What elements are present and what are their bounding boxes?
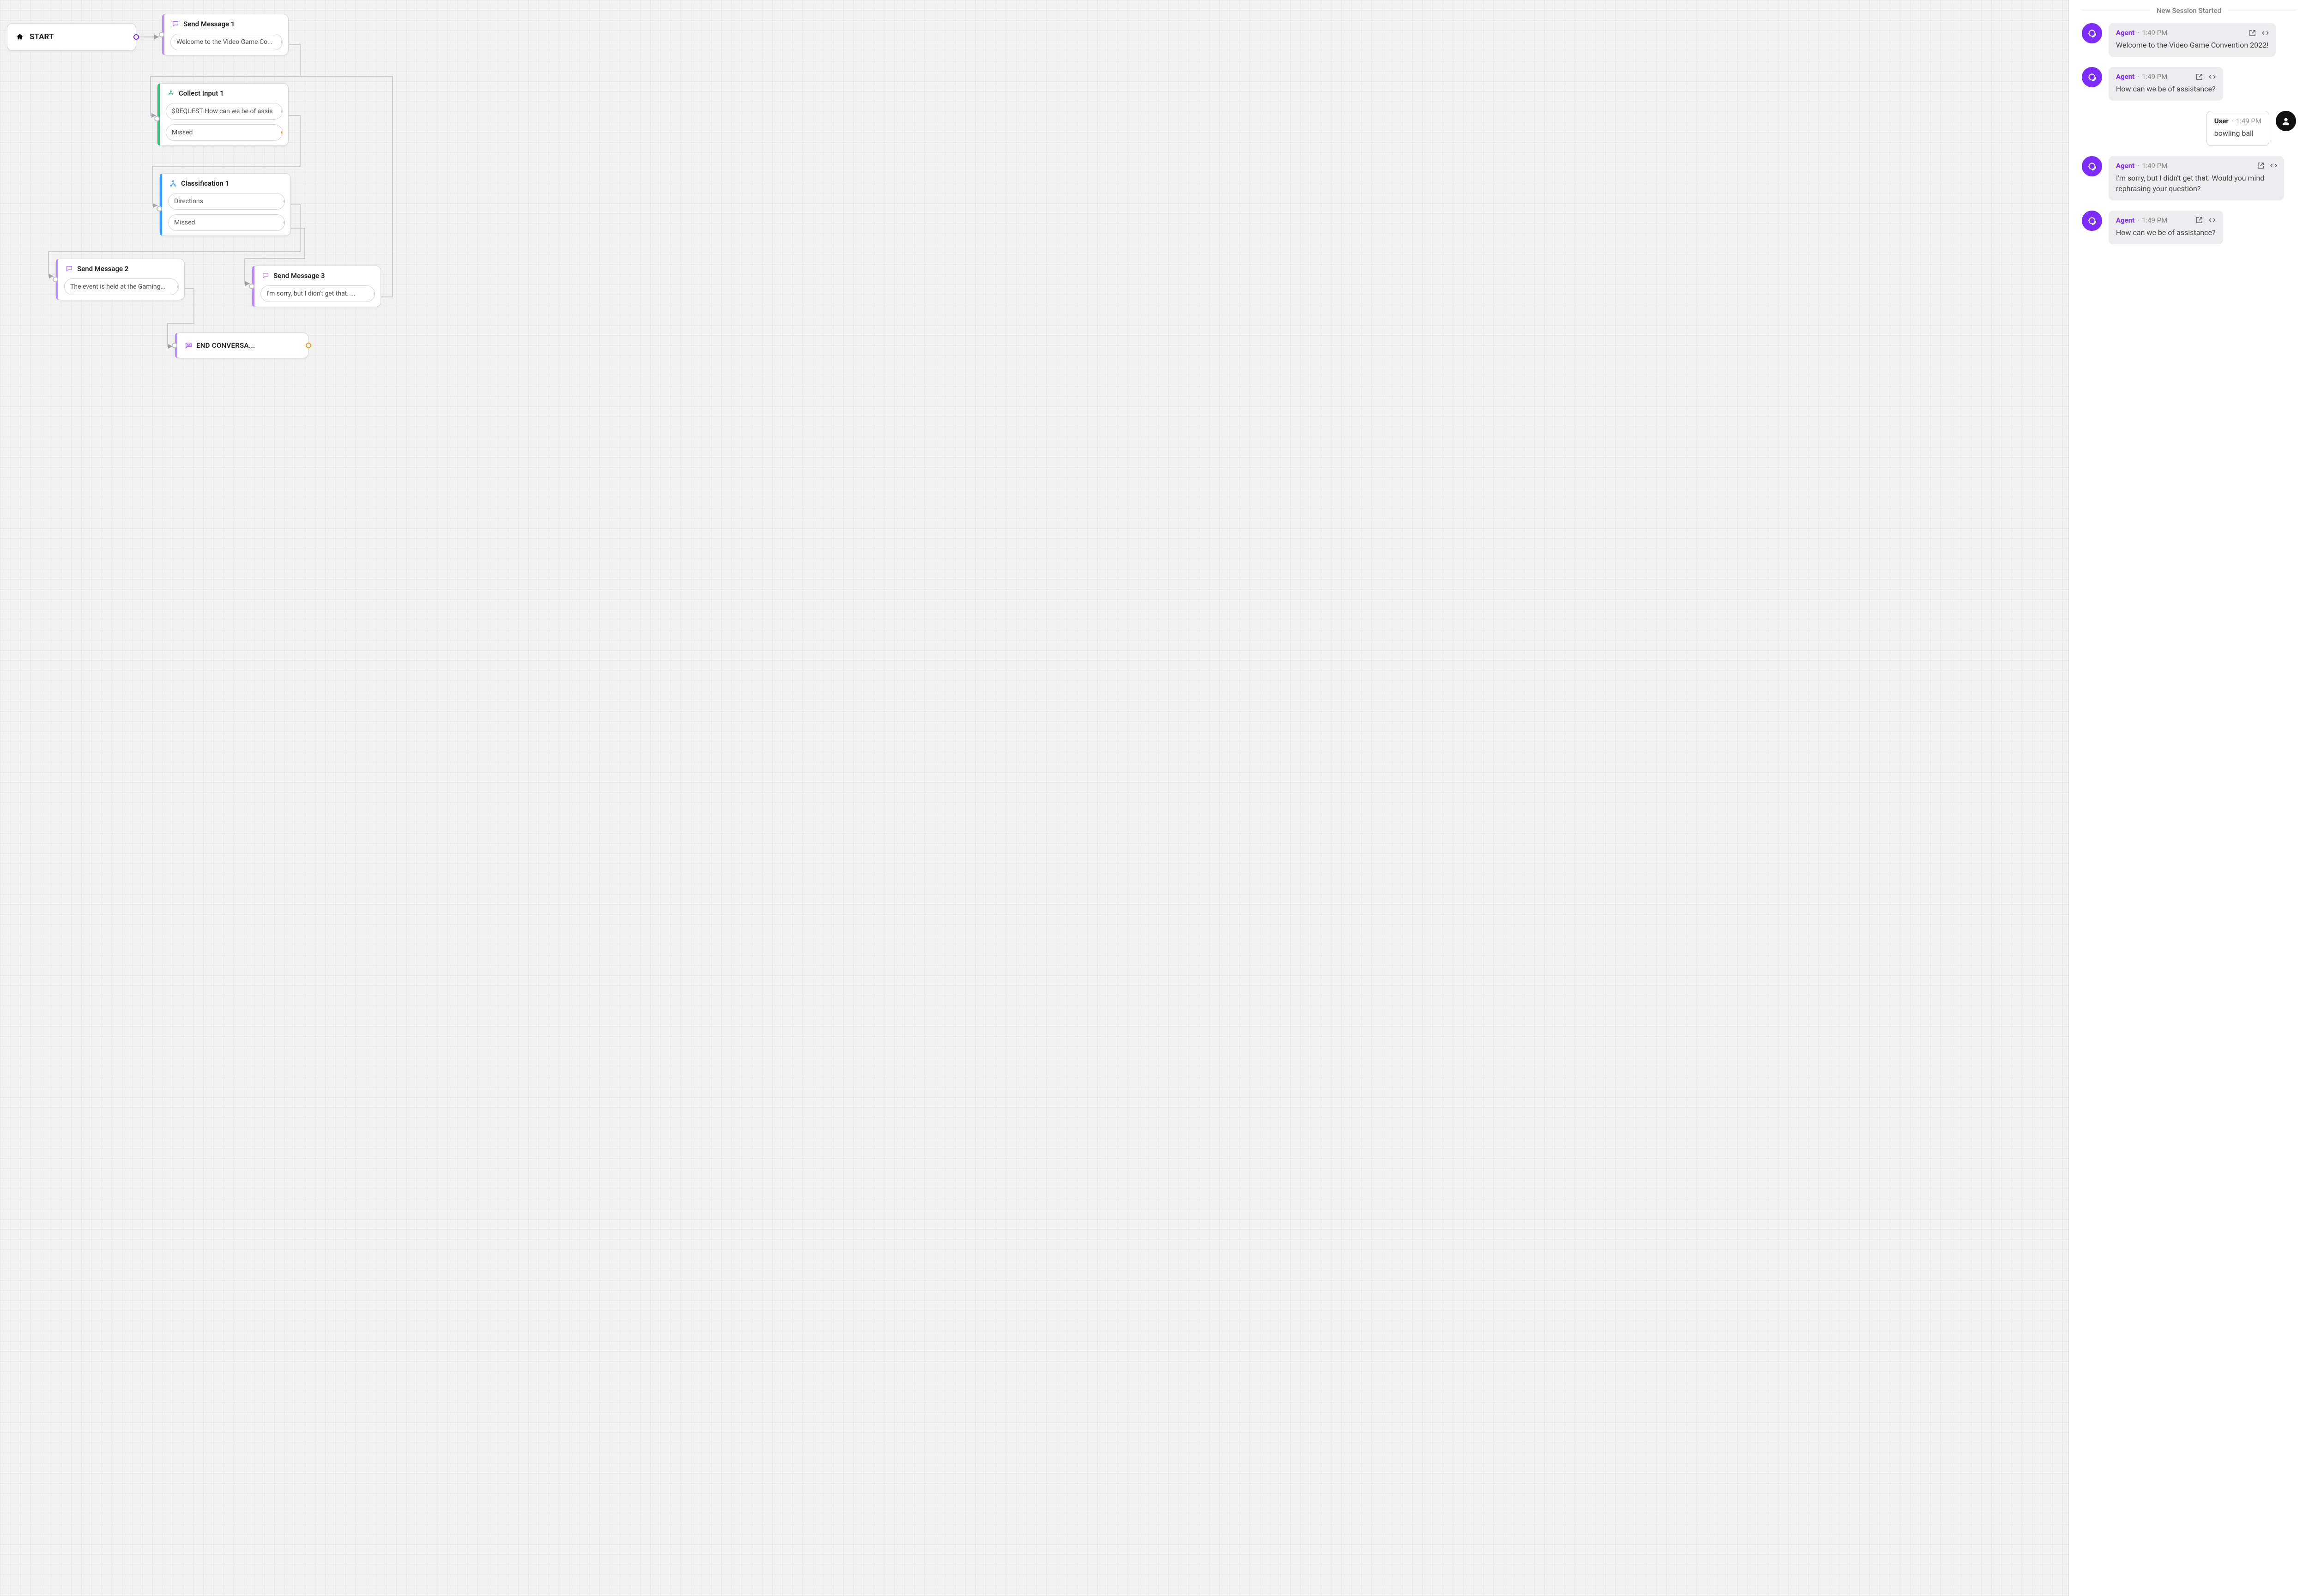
message-text: Welcome to the Video Game Convention 202… <box>2116 40 2268 50</box>
chat-message: Agent · 1:49 PM Welcome to the Video Gam… <box>2082 23 2296 57</box>
outport[interactable] <box>374 291 375 296</box>
inport[interactable] <box>249 284 254 289</box>
sender-name: Agent <box>2116 162 2134 170</box>
node-slot[interactable]: Missed <box>166 124 283 141</box>
chat-panel: New Session Started Agent · 1:49 PM Welc… <box>2069 0 2309 1596</box>
slot-text: $REQUEST:How can we be of assis <box>172 108 272 115</box>
node-slot[interactable]: $REQUEST:How can we be of assis <box>166 103 283 120</box>
sender-name: User <box>2214 117 2229 125</box>
agent-avatar <box>2082 67 2102 87</box>
end-conversation-node[interactable]: END CONVERSA... <box>175 332 308 358</box>
outport[interactable] <box>281 130 283 135</box>
inport[interactable] <box>53 277 58 282</box>
sender-name: Agent <box>2116 73 2134 81</box>
node-stripe <box>160 174 162 236</box>
open-external-icon[interactable] <box>2256 162 2265 170</box>
chat-bubble: Agent · 1:49 PM How can we be of assista… <box>2109 211 2223 244</box>
collect-input-1-node[interactable]: Collect Input 1 $REQUEST:How can we be o… <box>157 83 289 146</box>
agent-avatar <box>2082 156 2102 176</box>
node-title: Classification 1 <box>181 179 229 187</box>
chat-bubble: User · 1:49 PM bowling ball <box>2206 111 2269 145</box>
code-icon[interactable] <box>2269 162 2278 170</box>
classification-icon <box>169 179 177 187</box>
timestamp: 1:49 PM <box>2142 73 2167 81</box>
end-conversation-icon <box>184 341 193 350</box>
timestamp: 1:49 PM <box>2236 117 2261 125</box>
speech-bubble-icon <box>65 265 73 273</box>
node-slot[interactable]: The event is held at the Gaming... <box>64 278 179 295</box>
speech-bubble-icon <box>171 20 180 28</box>
node-title: Send Message 2 <box>77 265 128 273</box>
outport[interactable] <box>281 39 283 45</box>
node-slot[interactable]: I'm sorry, but I didn't get that. ... <box>260 285 375 302</box>
flow-canvas[interactable]: START Send Message 1 Welcome to the Vide… <box>0 0 2069 1596</box>
inport[interactable] <box>154 116 160 121</box>
outport[interactable] <box>284 199 285 204</box>
agent-avatar <box>2082 23 2102 43</box>
slot-text: I'm sorry, but I didn't get that. ... <box>266 290 356 297</box>
chat-bubble: Agent · 1:49 PM I'm sorry, but I didn't … <box>2109 156 2284 200</box>
edges-layer <box>0 0 2068 1596</box>
session-label: New Session Started <box>2157 6 2221 15</box>
chat-message: User · 1:49 PM bowling ball <box>2082 111 2296 145</box>
classification-1-node[interactable]: Classification 1 Directions Missed <box>159 173 291 236</box>
open-external-icon[interactable] <box>2195 73 2204 81</box>
chat-message: Agent · 1:49 PM How can we be of assista… <box>2082 67 2296 101</box>
outport[interactable] <box>281 109 283 114</box>
node-title: Send Message 1 <box>183 20 235 28</box>
start-label: START <box>30 32 54 42</box>
user-avatar <box>2276 111 2296 131</box>
node-title: Collect Input 1 <box>179 89 224 97</box>
code-icon[interactable] <box>2261 29 2269 37</box>
open-external-icon[interactable] <box>2248 29 2256 37</box>
node-slot[interactable]: Directions <box>168 193 285 210</box>
message-text: How can we be of assistance? <box>2116 227 2216 238</box>
sender-name: Agent <box>2116 216 2134 224</box>
chat-bubble: Agent · 1:49 PM Welcome to the Video Gam… <box>2109 23 2276 57</box>
code-icon[interactable] <box>2208 73 2217 81</box>
slot-text: Directions <box>174 198 203 205</box>
send-message-1-node[interactable]: Send Message 1 Welcome to the Video Game… <box>162 14 289 55</box>
send-message-2-node[interactable]: Send Message 2 The event is held at the … <box>55 259 185 300</box>
speech-bubble-icon <box>261 272 270 280</box>
home-icon <box>16 33 24 41</box>
chat-message: Agent · 1:49 PM I'm sorry, but I didn't … <box>2082 156 2296 200</box>
inport[interactable] <box>172 343 177 348</box>
message-text: bowling ball <box>2214 128 2261 139</box>
agent-avatar <box>2082 211 2102 231</box>
send-message-3-node[interactable]: Send Message 3 I'm sorry, but I didn't g… <box>252 266 381 307</box>
node-slot[interactable]: Missed <box>168 214 285 231</box>
code-icon[interactable] <box>2208 216 2217 224</box>
slot-text: The event is held at the Gaming... <box>70 283 166 290</box>
chat-message: Agent · 1:49 PM How can we be of assista… <box>2082 211 2296 244</box>
node-slot[interactable]: Welcome to the Video Game Co... <box>170 34 283 50</box>
chat-bubble: Agent · 1:49 PM How can we be of assista… <box>2109 67 2223 101</box>
outport[interactable] <box>284 220 285 225</box>
slot-text: Welcome to the Video Game Co... <box>176 38 272 46</box>
node-stripe <box>157 84 160 145</box>
start-node[interactable]: START <box>7 23 136 51</box>
slot-text: Missed <box>174 219 195 226</box>
outport[interactable] <box>133 34 139 40</box>
open-external-icon[interactable] <box>2195 216 2204 224</box>
node-title: Send Message 3 <box>273 272 325 280</box>
inport[interactable] <box>159 32 164 37</box>
outport[interactable] <box>177 284 179 290</box>
timestamp: 1:49 PM <box>2142 162 2167 170</box>
sender-name: Agent <box>2116 29 2134 37</box>
message-text: I'm sorry, but I didn't get that. Would … <box>2116 173 2277 194</box>
collect-input-icon <box>167 89 175 97</box>
node-title: END CONVERSA... <box>196 341 255 350</box>
slot-text: Missed <box>172 129 193 136</box>
outport[interactable] <box>306 343 311 348</box>
timestamp: 1:49 PM <box>2142 29 2167 37</box>
message-text: How can we be of assistance? <box>2116 84 2216 94</box>
timestamp: 1:49 PM <box>2142 216 2167 224</box>
session-header: New Session Started <box>2082 6 2296 15</box>
inport[interactable] <box>157 206 162 212</box>
